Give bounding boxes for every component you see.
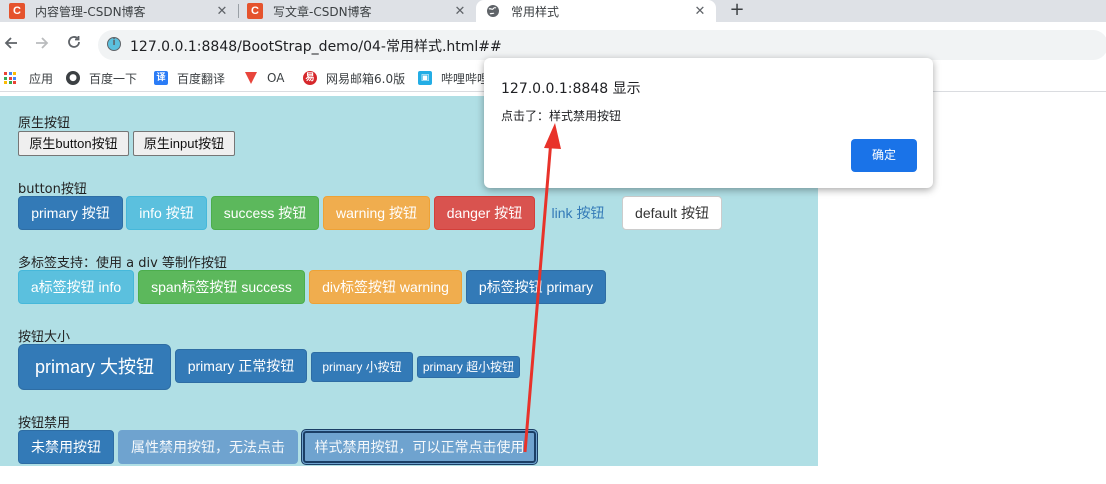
info-button[interactable]: info 按钮 bbox=[126, 196, 207, 230]
tab-title: 写文章-CSDN博客 bbox=[273, 4, 372, 19]
dialog-title: 127.0.0.1:8848 显示 bbox=[501, 81, 641, 97]
section-title-sizes: 按钮大小 bbox=[18, 330, 71, 345]
tab-content-management[interactable]: C 内容管理-CSDN博客 ✕ bbox=[0, 0, 238, 22]
close-icon[interactable]: ✕ bbox=[214, 4, 230, 19]
dialog-message: 点击了：样式禁用按钮 bbox=[501, 109, 622, 123]
link-button[interactable]: link 按钮 bbox=[540, 196, 616, 230]
address-bar[interactable]: i 127.0.0.1:8848/BootStrap_demo/04-常用样式.… bbox=[98, 30, 1106, 60]
globe-icon bbox=[485, 3, 501, 19]
site-info-icon[interactable]: i bbox=[107, 37, 121, 51]
bookmark-label: 应用 bbox=[29, 71, 54, 86]
native-button[interactable]: 原生button按钮 bbox=[18, 131, 129, 156]
csdn-icon: C bbox=[247, 3, 263, 19]
close-icon[interactable]: ✕ bbox=[692, 4, 708, 19]
apps-grid-icon bbox=[4, 72, 16, 84]
reload-button[interactable] bbox=[63, 34, 85, 57]
dialog-ok-button[interactable]: 确定 bbox=[851, 139, 917, 172]
bilibili-icon: ▣ bbox=[418, 71, 432, 85]
p-tag-button[interactable]: p标签按钮 primary bbox=[466, 270, 606, 304]
baidu-translate-icon: 译 bbox=[154, 71, 168, 85]
netease-mail-icon: 易 bbox=[303, 71, 317, 85]
bookmark-baidu-translate[interactable]: 译 百度翻译 bbox=[154, 68, 225, 88]
bookmark-baidu[interactable]: ● 百度一下 bbox=[66, 68, 137, 88]
success-button[interactable]: success 按钮 bbox=[211, 196, 319, 230]
section-title-tags: 多标签支持：使用 a div 等制作按钮 bbox=[18, 256, 227, 271]
section-title-native: 原生按钮 bbox=[18, 116, 71, 131]
bookmark-apps[interactable]: 应用 bbox=[4, 68, 53, 88]
back-button[interactable] bbox=[0, 34, 22, 57]
normal-primary-button[interactable]: primary 正常按钮 bbox=[175, 349, 307, 383]
tab-common-styles[interactable]: 常用样式 ✕ bbox=[476, 0, 716, 22]
large-primary-button[interactable]: primary 大按钮 bbox=[18, 344, 171, 390]
bookmark-label: 哔哩哔哩 bbox=[441, 71, 490, 86]
alert-dialog: 127.0.0.1:8848 显示 点击了：样式禁用按钮 确定 bbox=[484, 58, 933, 188]
url-text: 127.0.0.1:8848/BootStrap_demo/04-常用样式.ht… bbox=[130, 39, 502, 55]
baidu-icon: ● bbox=[66, 71, 80, 85]
primary-button[interactable]: primary 按钮 bbox=[18, 196, 123, 230]
enabled-button[interactable]: 未禁用按钮 bbox=[18, 430, 114, 464]
bookmark-oa[interactable]: OA bbox=[244, 68, 284, 88]
warning-button[interactable]: warning 按钮 bbox=[323, 196, 430, 230]
bookmark-label: 百度翻译 bbox=[177, 71, 226, 86]
reload-icon bbox=[68, 36, 80, 48]
section-title-disabled: 按钮禁用 bbox=[18, 416, 71, 431]
forward-arrow-icon bbox=[36, 37, 49, 49]
bookmark-label: OA bbox=[267, 71, 285, 85]
bookmark-netease-mail[interactable]: 易 网易邮箱6.0版 bbox=[303, 68, 405, 88]
bookmark-label: 网易邮箱6.0版 bbox=[326, 71, 406, 86]
bookmark-label: 百度一下 bbox=[89, 71, 138, 86]
tab-title: 内容管理-CSDN博客 bbox=[35, 4, 146, 19]
new-tab-button[interactable]: + bbox=[726, 0, 748, 22]
csdn-icon: C bbox=[9, 3, 25, 19]
oa-icon bbox=[245, 72, 257, 84]
tab-title: 常用样式 bbox=[511, 4, 560, 19]
bookmark-bilibili[interactable]: ▣ 哔哩哔哩 bbox=[418, 68, 489, 88]
section-title-variants: button按钮 bbox=[18, 182, 87, 197]
tab-write-article[interactable]: C 写文章-CSDN博客 ✕ bbox=[238, 0, 476, 22]
div-tag-button[interactable]: div标签按钮 warning bbox=[309, 270, 462, 304]
small-primary-button[interactable]: primary 小按钮 bbox=[311, 352, 413, 382]
back-arrow-icon bbox=[4, 37, 17, 49]
attr-disabled-button: 属性禁用按钮，无法点击 bbox=[118, 430, 298, 464]
forward-button[interactable] bbox=[31, 34, 53, 57]
span-tag-button[interactable]: span标签按钮 success bbox=[138, 270, 305, 304]
danger-button[interactable]: danger 按钮 bbox=[434, 196, 535, 230]
class-disabled-button[interactable]: 样式禁用按钮，可以正常点击使用 bbox=[302, 430, 537, 464]
tab-strip: C 内容管理-CSDN博客 ✕ C 写文章-CSDN博客 ✕ 常用样式 ✕ + bbox=[0, 0, 1106, 22]
default-button[interactable]: default 按钮 bbox=[622, 196, 722, 230]
close-icon[interactable]: ✕ bbox=[452, 4, 468, 19]
xsmall-primary-button[interactable]: primary 超小按钮 bbox=[417, 356, 520, 378]
native-input-button[interactable] bbox=[133, 131, 235, 156]
a-tag-button[interactable]: a标签按钮 info bbox=[18, 270, 134, 304]
